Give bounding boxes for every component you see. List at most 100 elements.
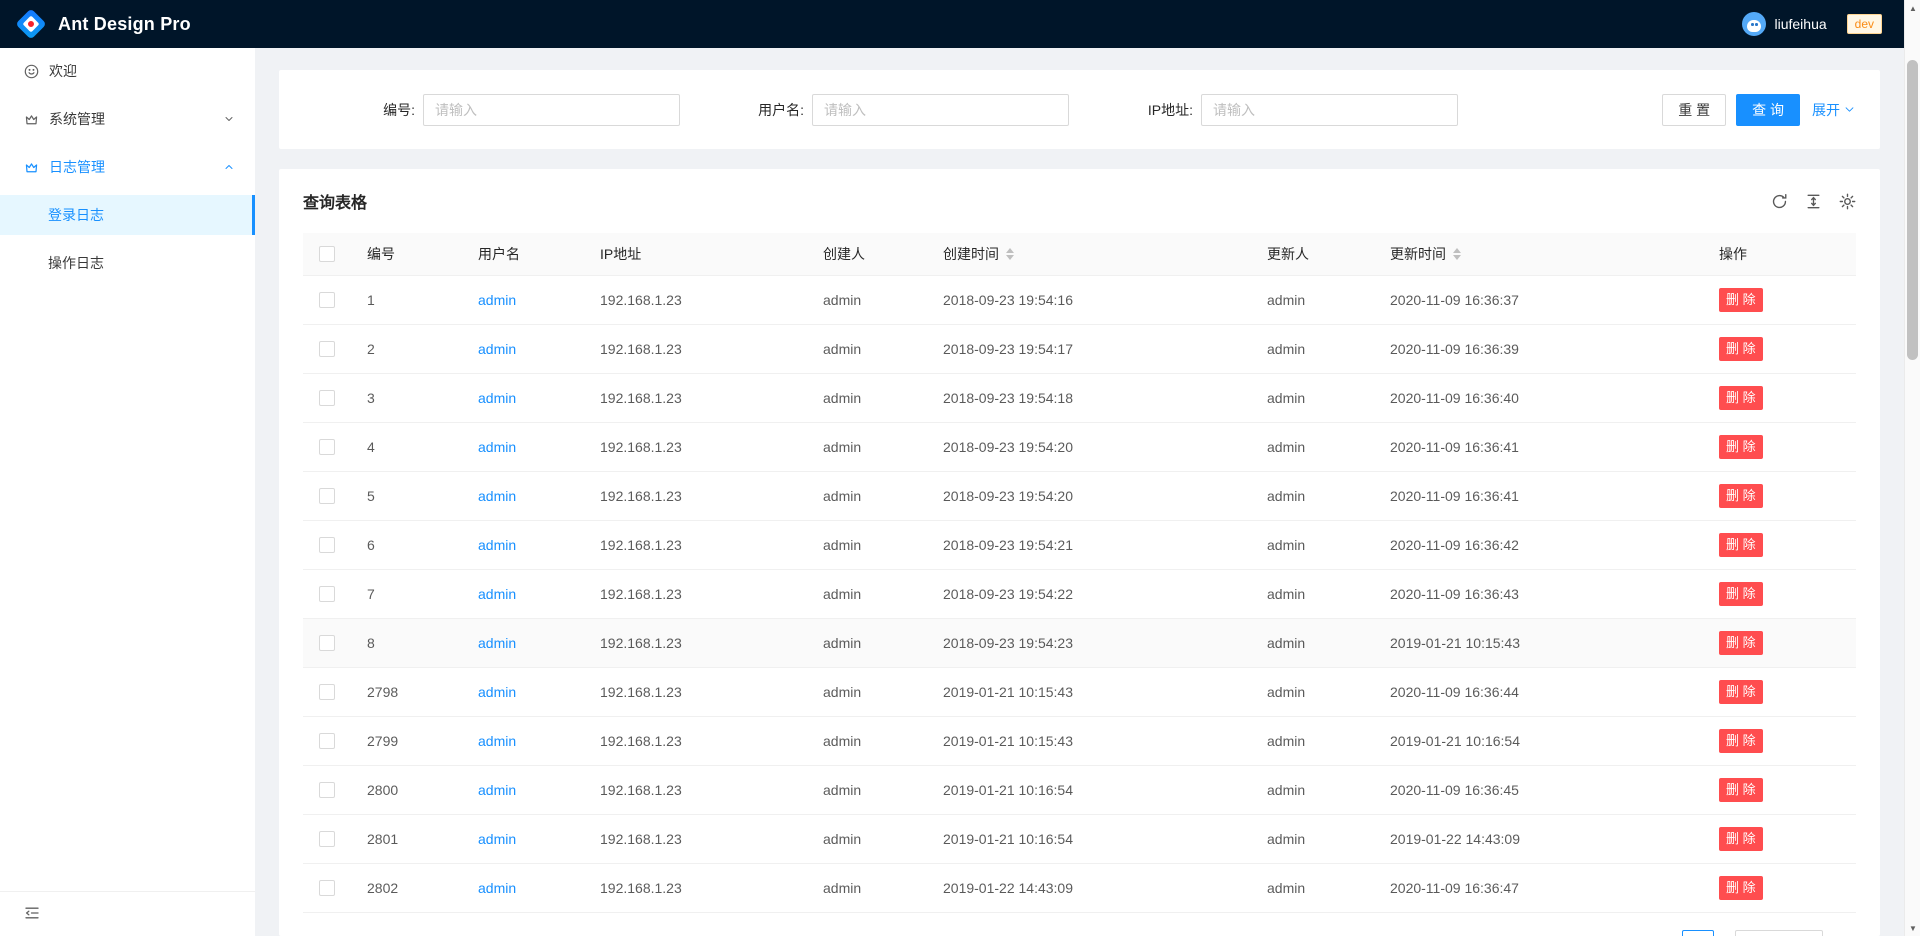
username-link[interactable]: admin [478,390,516,406]
cell-updated-time: 2020-11-09 16:36:39 [1374,324,1703,373]
username-link[interactable]: admin [478,292,516,308]
delete-button[interactable]: 删 除 [1719,386,1763,410]
cell-updater: admin [1251,765,1374,814]
cell-creator: admin [807,618,927,667]
column-header-username: 用户名 [462,233,584,275]
delete-button[interactable]: 删 除 [1719,827,1763,851]
table-row: 2 admin 192.168.1.23 admin 2018-09-23 19… [303,324,1856,373]
ip-input[interactable] [1201,94,1458,126]
username-link[interactable]: admin [478,537,516,553]
cell-id: 8 [351,618,462,667]
cell-creator: admin [807,275,927,324]
pagination-page-size-select[interactable] [1735,930,1823,936]
username-link[interactable]: admin [478,488,516,504]
column-header-updated-time[interactable]: 更新时间 [1374,233,1703,275]
delete-button[interactable]: 删 除 [1719,435,1763,459]
crown-icon [24,160,39,175]
scrollbar-up-arrow[interactable]: ▲ [1905,0,1920,16]
cell-created-time: 2019-01-21 10:16:54 [927,814,1251,863]
username-link[interactable]: admin [478,880,516,896]
delete-button[interactable]: 删 除 [1719,778,1763,802]
sidebar-collapse-trigger[interactable] [0,891,255,936]
column-header-created-time[interactable]: 创建时间 [927,233,1251,275]
row-checkbox[interactable] [319,341,335,357]
row-checkbox[interactable] [319,439,335,455]
row-checkbox[interactable] [319,684,335,700]
user-avatar[interactable] [1742,12,1766,36]
cell-updated-time: 2020-11-09 16:36:45 [1374,765,1703,814]
delete-button[interactable]: 删 除 [1719,533,1763,557]
row-checkbox[interactable] [319,390,335,406]
cell-ip: 192.168.1.23 [584,324,807,373]
table-row: 2802 admin 192.168.1.23 admin 2019-01-22… [303,863,1856,912]
cell-ip: 192.168.1.23 [584,569,807,618]
cell-updater: admin [1251,520,1374,569]
cell-created-time: 2018-09-23 19:54:23 [927,618,1251,667]
top-header: Ant Design Pro liufeihua dev [0,0,1904,48]
cell-ip: 192.168.1.23 [584,618,807,667]
delete-button[interactable]: 删 除 [1719,876,1763,900]
row-checkbox[interactable] [319,537,335,553]
row-checkbox[interactable] [319,488,335,504]
delete-button[interactable]: 删 除 [1719,288,1763,312]
username-link[interactable]: admin [478,586,516,602]
sidebar-item-log-management[interactable]: 日志管理 [0,147,255,187]
row-checkbox[interactable] [319,292,335,308]
sidebar-item-operation-log[interactable]: 操作日志 [0,243,255,283]
cell-ip: 192.168.1.23 [584,471,807,520]
pagination-current-page-button[interactable] [1682,930,1714,936]
table-row: 2800 admin 192.168.1.23 admin 2019-01-21… [303,765,1856,814]
delete-button[interactable]: 删 除 [1719,337,1763,361]
delete-button[interactable]: 删 除 [1719,631,1763,655]
username-link[interactable]: admin [478,341,516,357]
reset-button[interactable]: 重 置 [1662,94,1726,126]
username-link[interactable]: admin [478,733,516,749]
column-header-updater: 更新人 [1251,233,1374,275]
delete-button[interactable]: 删 除 [1719,582,1763,606]
app-logo[interactable]: Ant Design Pro [16,13,191,35]
row-checkbox[interactable] [319,782,335,798]
row-checkbox[interactable] [319,635,335,651]
cell-id: 2802 [351,863,462,912]
cell-id: 2801 [351,814,462,863]
sidebar-item-login-log[interactable]: 登录日志 [0,195,255,235]
table-row: 1 admin 192.168.1.23 admin 2018-09-23 19… [303,275,1856,324]
id-input[interactable] [423,94,680,126]
table-row: 7 admin 192.168.1.23 admin 2018-09-23 19… [303,569,1856,618]
column-height-icon[interactable] [1805,193,1822,210]
expand-link[interactable]: 展开 [1812,100,1855,120]
delete-button[interactable]: 删 除 [1719,680,1763,704]
reload-icon[interactable] [1771,193,1788,210]
row-checkbox[interactable] [319,831,335,847]
cell-creator: admin [807,814,927,863]
username-input[interactable] [812,94,1069,126]
scrollbar-down-arrow[interactable]: ▼ [1905,920,1920,936]
delete-button[interactable]: 删 除 [1719,484,1763,508]
cell-updater: admin [1251,569,1374,618]
username-link[interactable]: admin [478,831,516,847]
user-name[interactable]: liufeihua [1774,16,1826,32]
row-checkbox[interactable] [319,733,335,749]
scrollbar-thumb[interactable] [1907,60,1918,360]
sidebar-item-welcome[interactable]: 欢迎 [0,51,255,91]
select-all-checkbox[interactable] [319,246,335,262]
query-button[interactable]: 查 询 [1736,94,1800,126]
username-link[interactable]: admin [478,684,516,700]
crown-icon [24,112,39,127]
cell-ip: 192.168.1.23 [584,814,807,863]
table-row: 2801 admin 192.168.1.23 admin 2019-01-21… [303,814,1856,863]
delete-button[interactable]: 删 除 [1719,729,1763,753]
setting-gear-icon[interactable] [1839,193,1856,210]
username-link[interactable]: admin [478,782,516,798]
chevron-up-icon [223,161,235,173]
username-link[interactable]: admin [478,635,516,651]
row-checkbox[interactable] [319,586,335,602]
cell-updated-time: 2020-11-09 16:36:41 [1374,422,1703,471]
column-header-ip: IP地址 [584,233,807,275]
cell-updater: admin [1251,863,1374,912]
search-filter-card: 编号: 用户名: IP地址: 重 置 查 询 展开 [279,70,1880,149]
username-link[interactable]: admin [478,439,516,455]
row-checkbox[interactable] [319,880,335,896]
ant-design-logo-icon [15,8,46,39]
sidebar-item-system-management[interactable]: 系统管理 [0,99,255,139]
